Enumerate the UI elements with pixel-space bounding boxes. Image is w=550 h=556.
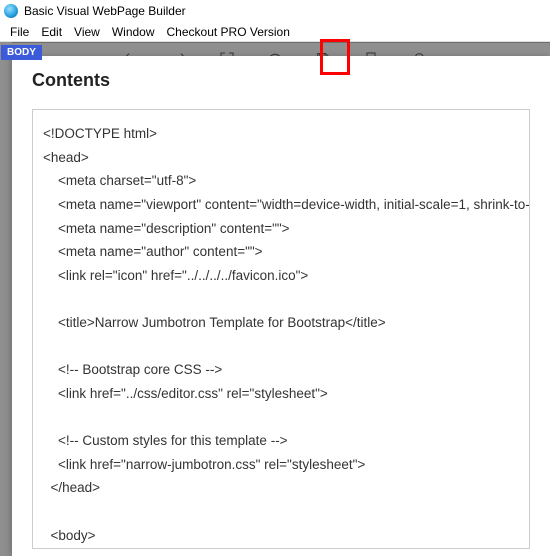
contents-title: Contents — [32, 70, 530, 91]
menu-edit[interactable]: Edit — [37, 24, 66, 40]
menu-view[interactable]: View — [70, 24, 104, 40]
menu-file[interactable]: File — [6, 24, 33, 40]
contents-panel: Contents <!DOCTYPE html> <head> <meta ch… — [12, 56, 550, 556]
titlebar: Basic Visual WebPage Builder — [0, 0, 550, 22]
menubar: File Edit View Window Checkout PRO Versi… — [0, 22, 550, 42]
code-view[interactable]: <!DOCTYPE html> <head> <meta charset="ut… — [32, 109, 530, 549]
body-tag-label: BODY — [1, 45, 42, 60]
left-gutter — [0, 42, 12, 556]
menu-window[interactable]: Window — [108, 24, 159, 40]
menu-checkout-pro[interactable]: Checkout PRO Version — [163, 24, 294, 40]
app-title: Basic Visual WebPage Builder — [24, 4, 186, 18]
app-icon — [4, 4, 18, 18]
